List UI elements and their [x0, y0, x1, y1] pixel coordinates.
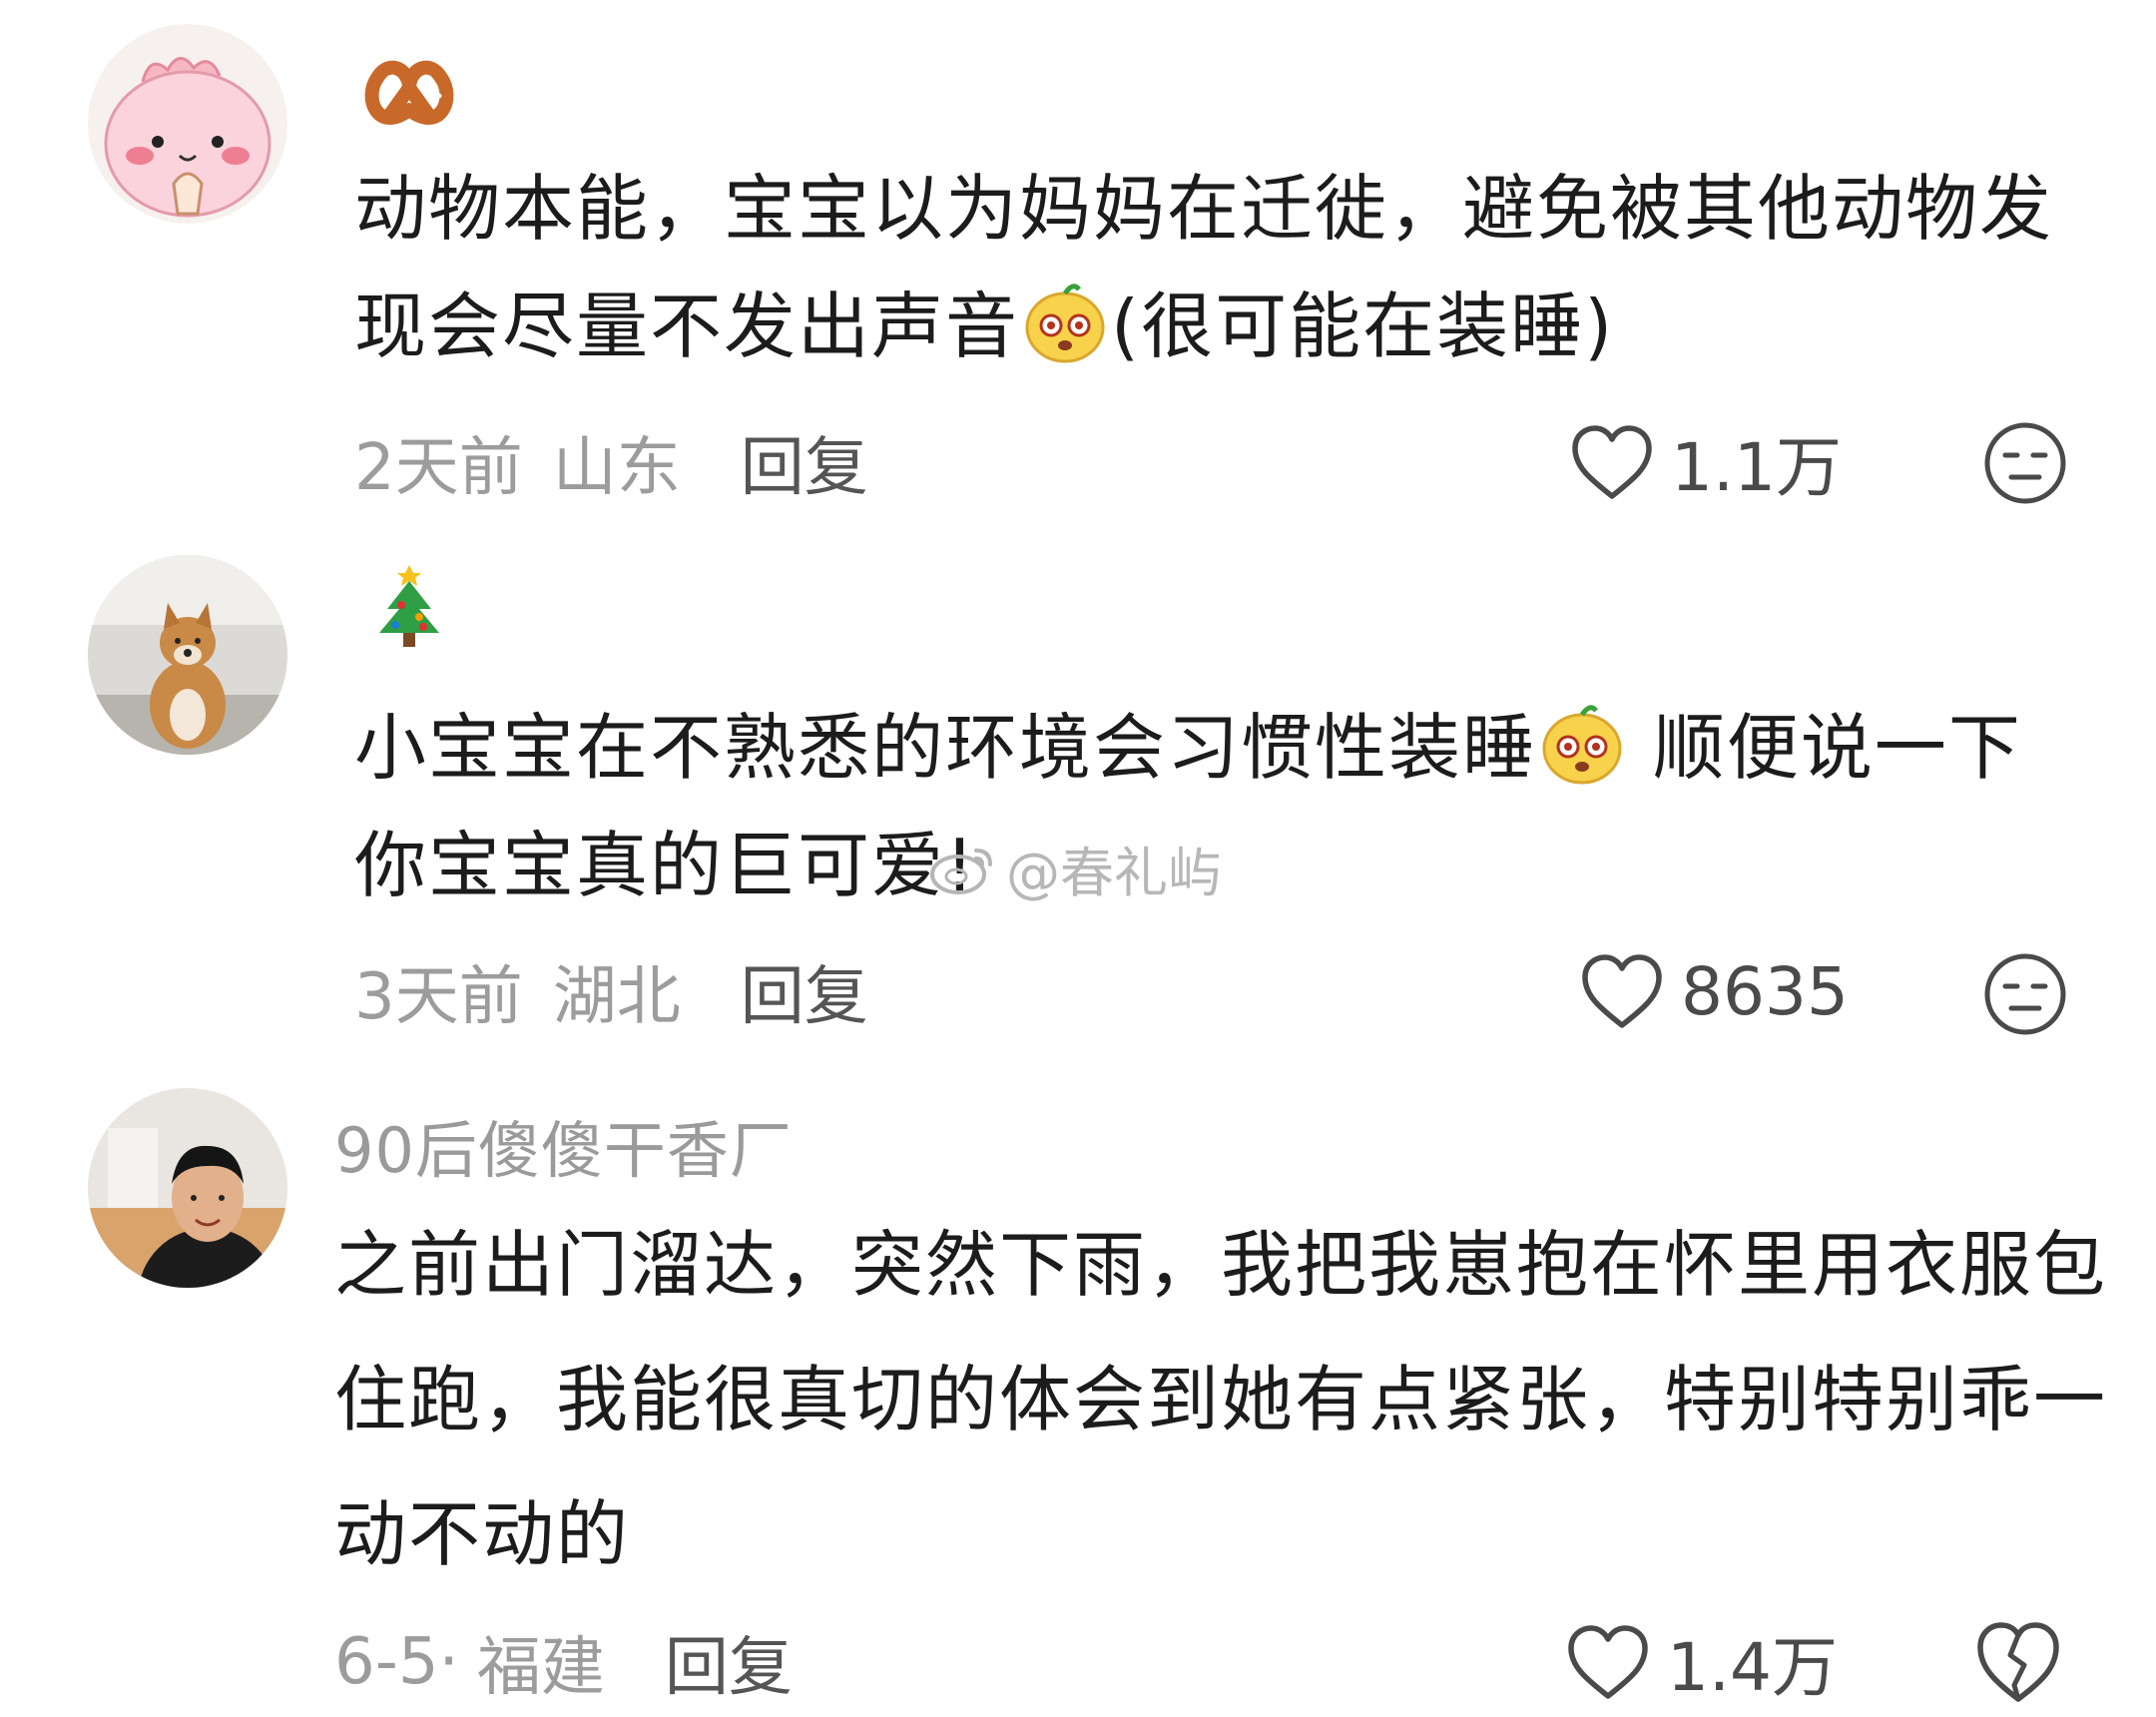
like-group: 1.1万: [1569, 417, 1842, 507]
comment-item: 动物本能，宝宝以为妈妈在迁徙，避免被其他动物发现会尽量不发出声音 (很可能在装睡)…: [0, 0, 2156, 539]
sleepy-face-emoji-icon: [1021, 278, 1109, 365]
comment-text-part: (很可能在装睡): [1111, 285, 1615, 368]
user-avatar[interactable]: [88, 1088, 287, 1288]
pretzel-icon: [359, 38, 459, 138]
neutral-face-icon[interactable]: [1981, 950, 2069, 1038]
user-avatar[interactable]: [88, 555, 287, 755]
comment-text: 动物本能，宝宝以为妈妈在迁徙，避免被其他动物发现会尽量不发出声音 (很可能在装睡): [354, 150, 2091, 385]
like-group: 1.4万: [1565, 1617, 1838, 1707]
reply-button[interactable]: 回复: [741, 945, 868, 1037]
comment-text: 小宝宝在不熟悉的环境会习惯性装睡 顺便说一下你宝宝真的巨可爱!: [354, 689, 2091, 924]
comment-meta: 6-5· 福建 回复: [334, 1617, 793, 1707]
watermark: @春礼屿: [928, 829, 1222, 907]
comment-item: 小宝宝在不熟悉的环境会习惯性装睡 顺便说一下你宝宝真的巨可爱! 3天前 湖北 回…: [0, 539, 2156, 1078]
broken-heart-icon[interactable]: [1974, 1619, 2062, 1707]
comment-meta: 2天前 山东 回复: [354, 417, 868, 507]
heart-icon[interactable]: [1579, 951, 1665, 1031]
user-avatar[interactable]: [88, 24, 287, 224]
comment-text-part: 小宝宝在不熟悉的环境会习惯性装睡: [354, 706, 1537, 790]
sleepy-face-emoji-icon: [1538, 699, 1626, 787]
comment-time: 6-5·: [334, 1625, 459, 1699]
like-count: 8635: [1681, 952, 1849, 1030]
comment-time: 3天前: [354, 960, 523, 1034]
username[interactable]: 90后傻傻干香厂: [334, 1100, 793, 1190]
reply-button[interactable]: 回复: [741, 416, 868, 508]
like-count: 1.4万: [1667, 1629, 1838, 1706]
comment-meta: 3天前 湖北 回复: [354, 946, 868, 1036]
comment-location: 湖北: [552, 960, 681, 1034]
christmas-tree-icon: [359, 557, 459, 657]
neutral-face-icon[interactable]: [1981, 419, 2069, 507]
comment-text: 之前出门溜达，突然下雨，我把我崽抱在怀里用衣服包住跑，我能很真切的体会到她有点紧…: [334, 1223, 2108, 1576]
comment-location: 山东: [552, 431, 681, 505]
like-count: 1.1万: [1671, 429, 1842, 506]
heart-icon[interactable]: [1569, 422, 1655, 502]
comment-time: 2天前: [354, 431, 523, 505]
weibo-logo-icon: [930, 848, 992, 894]
comment-item: 90后傻傻干香厂 之前出门溜达，突然下雨，我把我崽抱在怀里用衣服包住跑，我能很真…: [0, 1078, 2156, 1717]
watermark-text: @春礼屿: [1006, 842, 1222, 904]
comment-location: 福建: [476, 1631, 605, 1705]
reply-button[interactable]: 回复: [665, 1616, 793, 1708]
heart-icon[interactable]: [1565, 1622, 1651, 1702]
like-group: 8635: [1579, 946, 1849, 1036]
